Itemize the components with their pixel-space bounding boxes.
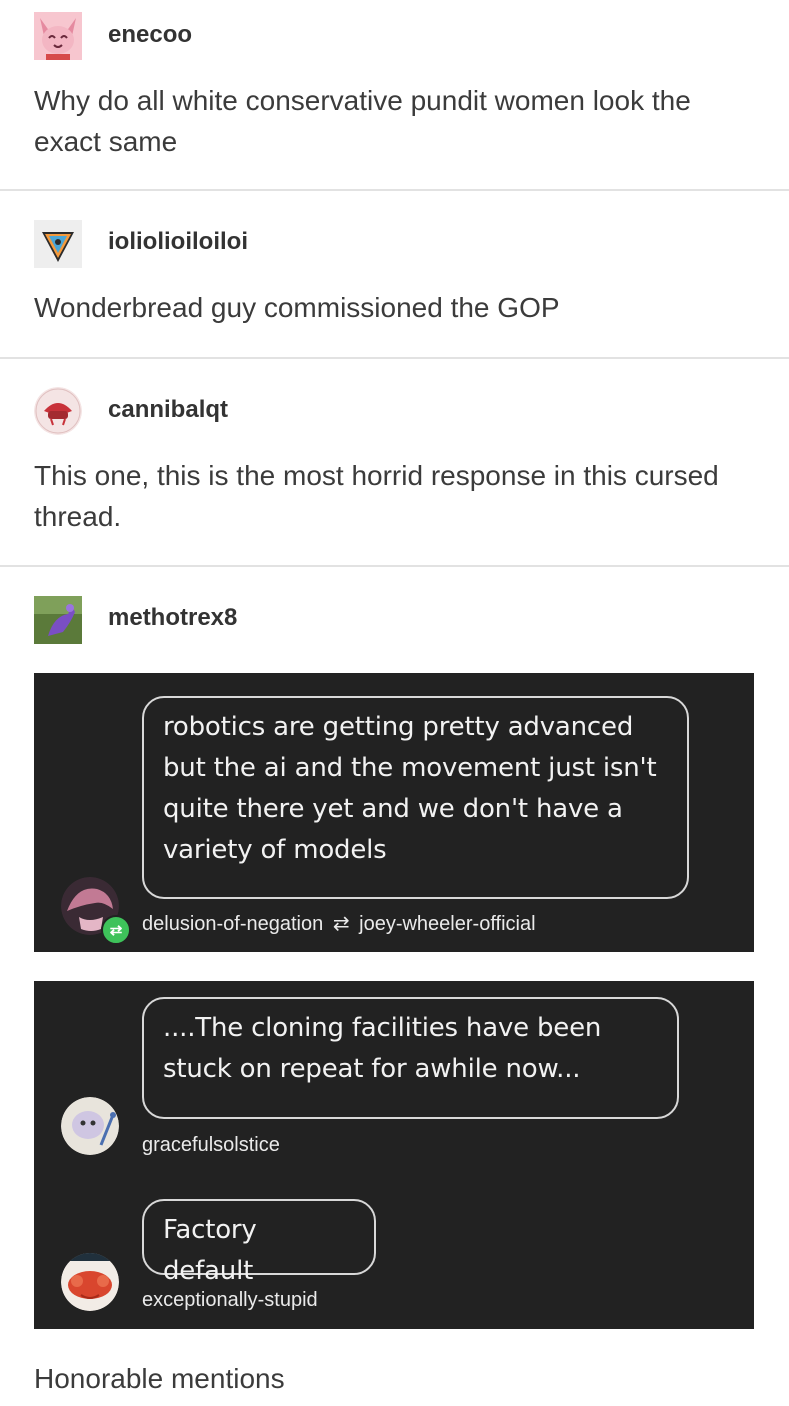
reblog-icon: ⇄ — [332, 913, 350, 935]
chat-screenshot-1: robotics are getting pretty advanced but… — [34, 673, 754, 952]
username[interactable]: methotrex8 — [108, 603, 237, 633]
reblog-attribution: delusion-of-negation ⇄ joey-wheeler-offi… — [142, 911, 536, 937]
chat-screenshot-2: ....The cloning facilities have been stu… — [34, 981, 754, 1329]
username[interactable]: ioliolioiloiloi — [108, 227, 248, 257]
reblog-badge-icon: ⇄ — [101, 915, 131, 945]
post-text: Why do all white conservative pundit wom… — [34, 85, 691, 157]
post-ioliolioiloiloi: ioliolioiloiloi Wonderbread guy commissi… — [0, 191, 789, 357]
avatar-enecoo[interactable] — [34, 12, 82, 60]
chat-bubble: Factory default — [142, 1199, 376, 1286]
post-text: This one, this is the most horrid respon… — [34, 460, 719, 532]
post-text: Wonderbread guy commissioned the GOP — [34, 292, 560, 323]
author-name[interactable]: delusion-of-negation — [142, 913, 323, 935]
chat-bubble: robotics are getting pretty advanced but… — [142, 696, 689, 899]
username[interactable]: cannibalqt — [108, 395, 228, 425]
avatar-methotrex8[interactable] — [34, 596, 82, 644]
post-cannibalqt: cannibalqt This one, this is the most ho… — [0, 359, 789, 565]
reblogged-from-name[interactable]: joey-wheeler-official — [359, 913, 535, 935]
username[interactable]: enecoo — [108, 20, 192, 50]
avatar-cannibalqt[interactable] — [34, 387, 82, 435]
author-name[interactable]: exceptionally-stupid — [142, 1287, 318, 1313]
author-name[interactable]: gracefulsolstice — [142, 1132, 280, 1158]
chat-bubble: ....The cloning facilities have been stu… — [142, 997, 679, 1119]
avatar-exceptionally-stupid[interactable] — [61, 1253, 119, 1311]
avatar-ioliolioiloiloi[interactable] — [34, 220, 82, 268]
post-enecoo: enecoo Why do all white conservative pun… — [0, 0, 789, 190]
avatar-gracefulsolstice[interactable] — [61, 1097, 119, 1155]
footer-text: Honorable mentions — [34, 1363, 285, 1394]
